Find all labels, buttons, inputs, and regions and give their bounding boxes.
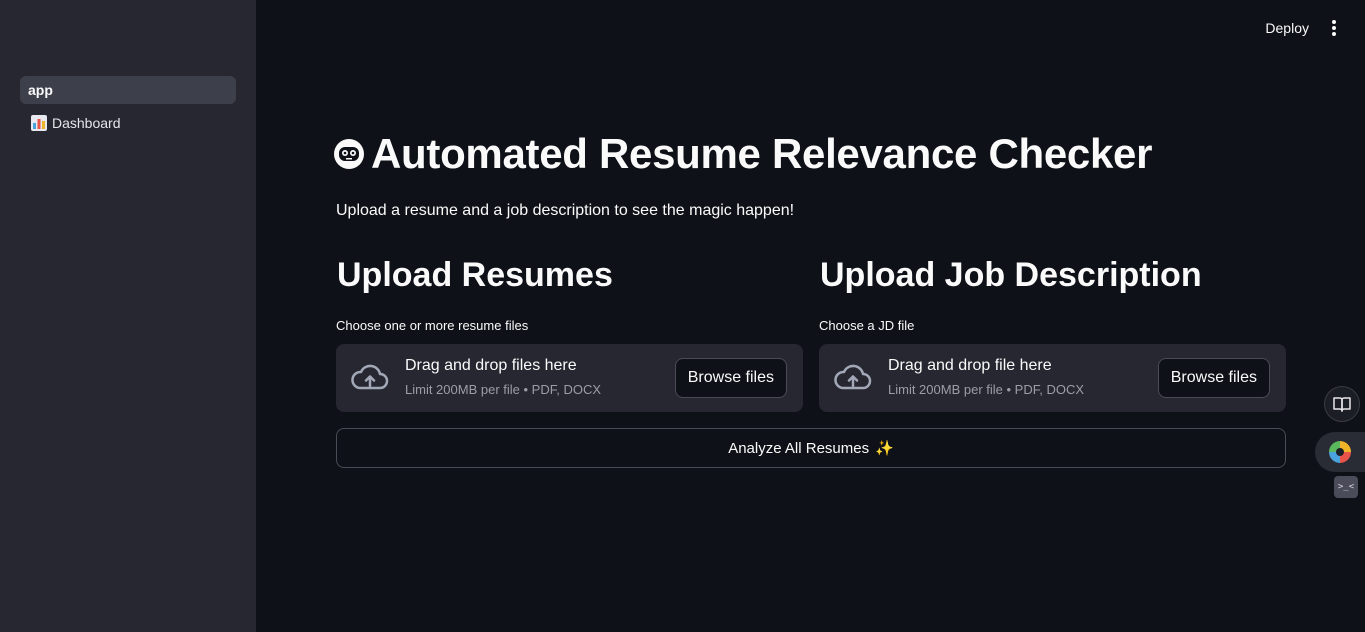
dropzone-limit: Limit 200MB per file • PDF, DOCX xyxy=(888,382,1084,397)
open-book-icon[interactable] xyxy=(1324,386,1360,422)
color-palette-icon[interactable] xyxy=(1315,432,1365,472)
robot-face-icon xyxy=(334,139,364,169)
sidebar-item-label: app xyxy=(28,82,53,98)
cloud-upload-icon xyxy=(834,364,872,390)
jd-uploader-label: Choose a JD file xyxy=(819,318,915,333)
analyze-all-resumes-button[interactable]: Analyze All Resumes ✨ xyxy=(336,428,1286,468)
upload-resumes-heading: Upload Resumes xyxy=(337,256,613,294)
page-subtitle: Upload a resume and a job description to… xyxy=(336,202,795,219)
bar-chart-icon xyxy=(31,115,47,131)
dropzone-title: Drag and drop files here xyxy=(405,357,577,374)
kebab-menu-icon[interactable] xyxy=(1323,14,1345,42)
resume-uploader-label: Choose one or more resume files xyxy=(336,318,529,333)
cloud-upload-icon xyxy=(351,364,389,390)
sidebar: app Dashboard xyxy=(0,0,256,632)
browse-jd-button[interactable]: Browse files xyxy=(1157,358,1270,398)
jd-dropzone[interactable]: Drag and drop file here Limit 200MB per … xyxy=(819,344,1286,412)
terminal-icon[interactable]: >_< xyxy=(1334,476,1358,498)
page-title: Automated Resume Relevance Checker xyxy=(333,130,1152,178)
sidebar-item-app[interactable]: app xyxy=(20,76,236,104)
dropzone-title: Drag and drop file here xyxy=(888,357,1052,374)
deploy-button[interactable]: Deploy xyxy=(1265,14,1309,42)
sidebar-item-label: Dashboard xyxy=(52,115,121,131)
analyze-button-label: Analyze All Resumes xyxy=(728,439,870,457)
dropzone-limit: Limit 200MB per file • PDF, DOCX xyxy=(405,382,601,397)
page-title-text: Automated Resume Relevance Checker xyxy=(371,130,1153,177)
sparkles-icon: ✨ xyxy=(875,440,894,457)
resume-dropzone[interactable]: Drag and drop files here Limit 200MB per… xyxy=(336,344,803,412)
sidebar-item-dashboard[interactable]: Dashboard xyxy=(20,109,236,137)
browse-resumes-button[interactable]: Browse files xyxy=(674,358,787,398)
upload-jd-heading: Upload Job Description xyxy=(820,256,1202,294)
